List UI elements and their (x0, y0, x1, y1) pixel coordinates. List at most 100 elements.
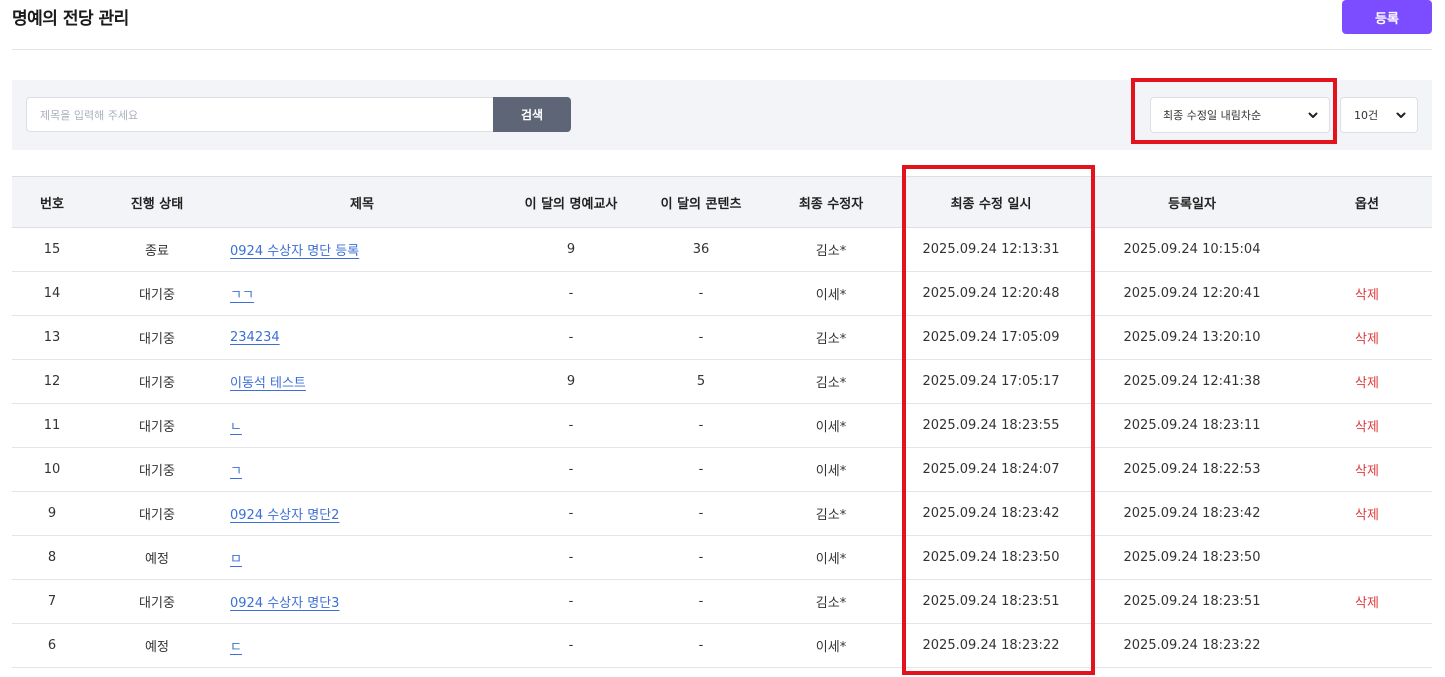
row-editor: 김소* (762, 359, 900, 404)
row-no: 7 (12, 579, 92, 624)
row-teachers: - (502, 315, 640, 360)
row-title-link[interactable]: 234234 (230, 330, 280, 345)
header-registered: 등록일자 (1082, 176, 1302, 228)
row-title-link[interactable]: ㄷ (230, 640, 242, 655)
row-no: 8 (12, 535, 92, 580)
table-row: 12 대기중 이동석 테스트 9 5 김소* 2025.09.24 17:05:… (12, 359, 1432, 404)
row-status: 대기중 (92, 491, 222, 536)
row-status: 대기중 (92, 271, 222, 316)
delete-link[interactable]: 삭제 (1355, 376, 1379, 391)
row-title-link[interactable]: 0924 수상자 명단2 (230, 508, 339, 523)
table-row: 6 예정 ㄷ - - 이세* 2025.09.24 18:23:22 2025.… (12, 623, 1432, 668)
sort-select-value: 최종 수정일 내림차순 (1163, 109, 1262, 122)
row-registered: 2025.09.24 18:23:11 (1082, 403, 1302, 448)
row-teachers: - (502, 447, 640, 492)
row-editor: 이세* (762, 403, 900, 448)
row-registered: 2025.09.24 18:23:51 (1082, 579, 1302, 624)
row-registered: 2025.09.24 13:20:10 (1082, 315, 1302, 360)
row-modified: 2025.09.24 18:23:50 (900, 535, 1082, 580)
delete-link[interactable]: 삭제 (1355, 596, 1379, 611)
row-no: 11 (12, 403, 92, 448)
table-row: 15 종료 0924 수상자 명단 등록 9 36 김소* 2025.09.24… (12, 227, 1432, 272)
row-editor: 이세* (762, 447, 900, 492)
row-option (1302, 535, 1432, 580)
row-registered: 2025.09.24 18:23:42 (1082, 491, 1302, 536)
chevron-down-icon (1396, 112, 1406, 118)
row-title-link[interactable]: ㄴ (230, 420, 242, 435)
row-modified: 2025.09.24 18:23:51 (900, 579, 1082, 624)
row-contents: - (640, 623, 762, 668)
row-teachers: - (502, 535, 640, 580)
row-title-link[interactable]: 0924 수상자 명단3 (230, 596, 339, 611)
delete-link[interactable]: 삭제 (1355, 508, 1379, 523)
row-registered: 2025.09.24 18:23:22 (1082, 623, 1302, 668)
row-title-link[interactable]: ㅁ (230, 552, 242, 567)
table-row: 7 대기중 0924 수상자 명단3 - - 김소* 2025.09.24 18… (12, 579, 1432, 624)
row-status: 대기중 (92, 315, 222, 360)
header-no: 번호 (12, 176, 92, 228)
row-editor: 김소* (762, 227, 900, 272)
title-divider (12, 49, 1432, 50)
page-size-select[interactable]: 10건 (1340, 97, 1418, 133)
register-button[interactable]: 등록 (1342, 0, 1432, 34)
row-teachers: - (502, 271, 640, 316)
table-row: 11 대기중 ㄴ - - 이세* 2025.09.24 18:23:55 202… (12, 403, 1432, 448)
delete-link[interactable]: 삭제 (1355, 332, 1379, 347)
row-option (1302, 623, 1432, 668)
row-modified: 2025.09.24 12:13:31 (900, 227, 1082, 272)
delete-link[interactable]: 삭제 (1355, 420, 1379, 435)
table-row: 9 대기중 0924 수상자 명단2 - - 김소* 2025.09.24 18… (12, 491, 1432, 536)
page-size-value: 10건 (1354, 109, 1379, 122)
row-editor: 김소* (762, 491, 900, 536)
row-no: 6 (12, 623, 92, 668)
search-input[interactable]: 제목을 입력해 주세요 (26, 97, 493, 132)
delete-link[interactable]: 삭제 (1355, 464, 1379, 479)
row-status: 대기중 (92, 579, 222, 624)
row-editor: 김소* (762, 579, 900, 624)
delete-link[interactable]: 삭제 (1355, 288, 1379, 303)
header-status: 진행 상태 (92, 176, 222, 228)
row-modified: 2025.09.24 17:05:17 (900, 359, 1082, 404)
row-registered: 2025.09.24 12:20:41 (1082, 271, 1302, 316)
row-registered: 2025.09.24 12:41:38 (1082, 359, 1302, 404)
row-teachers: 9 (502, 359, 640, 404)
row-title-link[interactable]: ㄱㄱ (230, 288, 254, 303)
table-row: 13 대기중 234234 - - 김소* 2025.09.24 17:05:0… (12, 315, 1432, 360)
header-option: 옵션 (1302, 176, 1432, 228)
row-contents: - (640, 315, 762, 360)
row-contents: - (640, 491, 762, 536)
sort-select[interactable]: 최종 수정일 내림차순 (1150, 97, 1330, 133)
row-modified: 2025.09.24 18:23:55 (900, 403, 1082, 448)
row-contents: 5 (640, 359, 762, 404)
row-no: 9 (12, 491, 92, 536)
header-modified: 최종 수정 일시 (900, 176, 1082, 228)
row-teachers: - (502, 491, 640, 536)
row-modified: 2025.09.24 17:05:09 (900, 315, 1082, 360)
table-row: 8 예정 ㅁ - - 이세* 2025.09.24 18:23:50 2025.… (12, 535, 1432, 580)
row-status: 대기중 (92, 403, 222, 448)
header-editor: 최종 수정자 (762, 176, 900, 228)
row-title-link[interactable]: ㄱ (230, 464, 242, 479)
row-no: 15 (12, 227, 92, 272)
row-teachers: - (502, 403, 640, 448)
row-teachers: - (502, 579, 640, 624)
header-contents: 이 달의 콘텐츠 (640, 176, 762, 228)
row-editor: 이세* (762, 271, 900, 316)
row-title-link[interactable]: 이동석 테스트 (230, 376, 306, 391)
row-editor: 이세* (762, 623, 900, 668)
row-modified: 2025.09.24 18:23:42 (900, 491, 1082, 536)
search-button[interactable]: 검색 (493, 97, 571, 132)
row-status: 예정 (92, 623, 222, 668)
page-title: 명예의 전당 관리 (12, 9, 129, 29)
row-contents: - (640, 447, 762, 492)
row-title-link[interactable]: 0924 수상자 명단 등록 (230, 244, 359, 259)
row-no: 13 (12, 315, 92, 360)
row-modified: 2025.09.24 12:20:48 (900, 271, 1082, 316)
row-teachers: 9 (502, 227, 640, 272)
header-title: 제목 (222, 176, 502, 228)
row-contents: - (640, 271, 762, 316)
row-no: 12 (12, 359, 92, 404)
row-contents: - (640, 535, 762, 580)
row-status: 대기중 (92, 447, 222, 492)
row-modified: 2025.09.24 18:23:22 (900, 623, 1082, 668)
